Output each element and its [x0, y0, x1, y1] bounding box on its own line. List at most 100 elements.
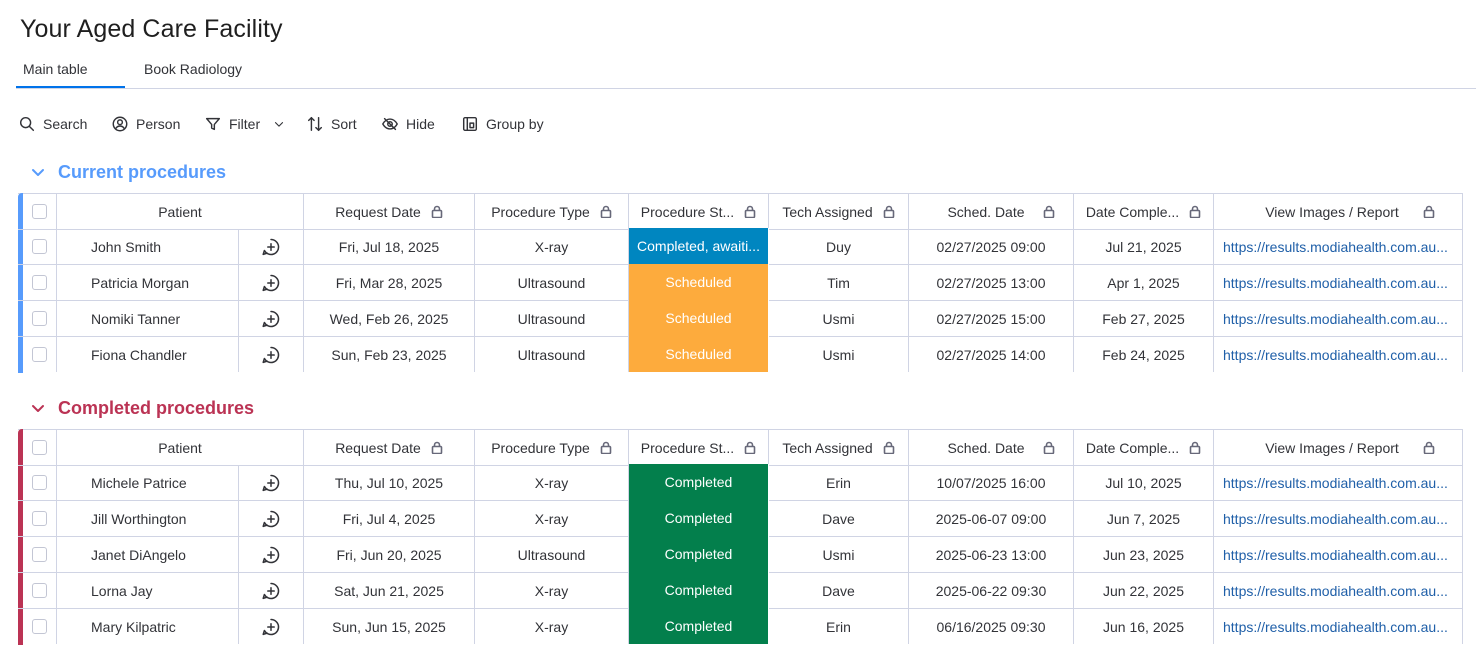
row-checkbox[interactable]: [32, 239, 47, 254]
patient-name[interactable]: Jill Worthington: [57, 501, 239, 536]
search-button[interactable]: Search: [18, 113, 87, 135]
patient-name[interactable]: Nomiki Tanner: [57, 301, 239, 336]
group-by-button[interactable]: Group by: [461, 113, 544, 135]
date-completed[interactable]: Jun 22, 2025: [1074, 573, 1214, 608]
patient-name[interactable]: Patricia Morgan: [57, 265, 239, 300]
report-link[interactable]: https://results.modiahealth.com.au...: [1223, 239, 1453, 255]
sched-date[interactable]: 10/07/2025 16:00: [909, 465, 1074, 500]
report-link[interactable]: https://results.modiahealth.com.au...: [1223, 583, 1453, 599]
table-row[interactable]: Patricia Morgan Fri, Mar 28, 2025 Ultras…: [18, 264, 1463, 301]
group-title[interactable]: Current procedures: [58, 162, 226, 183]
add-update-button[interactable]: [239, 609, 304, 644]
hide-button[interactable]: Hide: [381, 113, 435, 135]
tech-assigned[interactable]: Dave: [769, 501, 909, 536]
request-date[interactable]: Fri, Jul 18, 2025: [304, 229, 475, 264]
row-checkbox[interactable]: [32, 547, 47, 562]
add-update-button[interactable]: [239, 501, 304, 536]
column-header-request-date[interactable]: Request Date: [304, 194, 475, 229]
procedure-status[interactable]: Completed: [629, 464, 769, 500]
procedure-type[interactable]: X-ray: [475, 501, 629, 536]
date-completed[interactable]: Apr 1, 2025: [1074, 265, 1214, 300]
procedure-type[interactable]: Ultrasound: [475, 301, 629, 336]
group-header-completed[interactable]: Completed procedures: [30, 395, 254, 421]
procedure-type[interactable]: X-ray: [475, 229, 629, 264]
procedure-status[interactable]: Scheduled: [629, 300, 769, 336]
procedure-status[interactable]: Completed: [629, 608, 769, 644]
row-checkbox[interactable]: [32, 583, 47, 598]
request-date[interactable]: Thu, Jul 10, 2025: [304, 465, 475, 500]
request-date[interactable]: Wed, Feb 26, 2025: [304, 301, 475, 336]
tab-main-table[interactable]: Main table: [23, 61, 88, 77]
procedure-status[interactable]: Completed: [629, 572, 769, 608]
row-checkbox[interactable]: [32, 275, 47, 290]
column-header-procedure-status[interactable]: Procedure St...: [629, 194, 769, 229]
table-row[interactable]: Michele Patrice Thu, Jul 10, 2025 X-ray …: [18, 464, 1463, 501]
sched-date[interactable]: 02/27/2025 09:00: [909, 229, 1074, 264]
report-link[interactable]: https://results.modiahealth.com.au...: [1223, 475, 1453, 491]
table-row[interactable]: John Smith Fri, Jul 18, 2025 X-ray Compl…: [18, 228, 1463, 265]
report-link[interactable]: https://results.modiahealth.com.au...: [1223, 275, 1453, 291]
table-row[interactable]: Nomiki Tanner Wed, Feb 26, 2025 Ultrasou…: [18, 300, 1463, 337]
add-update-button[interactable]: [239, 465, 304, 500]
add-update-button[interactable]: [239, 337, 304, 372]
chevron-down-icon[interactable]: [30, 164, 46, 180]
request-date[interactable]: Fri, Jul 4, 2025: [304, 501, 475, 536]
date-completed[interactable]: Jul 10, 2025: [1074, 465, 1214, 500]
add-update-button[interactable]: [239, 573, 304, 608]
filter-button[interactable]: Filter: [204, 113, 286, 135]
patient-name[interactable]: Mary Kilpatric: [57, 609, 239, 644]
sched-date[interactable]: 2025-06-22 09:30: [909, 573, 1074, 608]
column-header-procedure-type[interactable]: Procedure Type: [475, 194, 629, 229]
chevron-down-icon[interactable]: [30, 400, 46, 416]
procedure-status[interactable]: Scheduled: [629, 264, 769, 300]
patient-name[interactable]: Lorna Jay: [57, 573, 239, 608]
procedure-type[interactable]: Ultrasound: [475, 265, 629, 300]
sort-button[interactable]: Sort: [306, 113, 357, 135]
request-date[interactable]: Sun, Feb 23, 2025: [304, 337, 475, 372]
sched-date[interactable]: 02/27/2025 15:00: [909, 301, 1074, 336]
column-header-sched-date[interactable]: Sched. Date: [909, 194, 1074, 229]
row-checkbox[interactable]: [32, 511, 47, 526]
report-link[interactable]: https://results.modiahealth.com.au...: [1223, 619, 1453, 635]
column-header-view-images[interactable]: View Images / Report: [1214, 430, 1463, 465]
report-link[interactable]: https://results.modiahealth.com.au...: [1223, 311, 1453, 327]
patient-name[interactable]: John Smith: [57, 229, 239, 264]
column-header-view-images[interactable]: View Images / Report: [1214, 194, 1463, 229]
sched-date[interactable]: 2025-06-23 13:00: [909, 537, 1074, 572]
group-title[interactable]: Completed procedures: [58, 398, 254, 419]
date-completed[interactable]: Jun 16, 2025: [1074, 609, 1214, 644]
tab-book-radiology[interactable]: Book Radiology: [144, 61, 242, 77]
column-header-sched-date[interactable]: Sched. Date: [909, 430, 1074, 465]
tech-assigned[interactable]: Usmi: [769, 337, 909, 372]
date-completed[interactable]: Feb 24, 2025: [1074, 337, 1214, 372]
add-update-button[interactable]: [239, 537, 304, 572]
column-header-request-date[interactable]: Request Date: [304, 430, 475, 465]
group-header-current[interactable]: Current procedures: [30, 159, 226, 185]
procedure-type[interactable]: Ultrasound: [475, 537, 629, 572]
sched-date[interactable]: 02/27/2025 14:00: [909, 337, 1074, 372]
column-header-patient[interactable]: Patient: [57, 430, 304, 465]
procedure-type[interactable]: X-ray: [475, 609, 629, 644]
date-completed[interactable]: Jun 7, 2025: [1074, 501, 1214, 536]
table-row[interactable]: Fiona Chandler Sun, Feb 23, 2025 Ultraso…: [18, 336, 1463, 373]
table-row[interactable]: Jill Worthington Fri, Jul 4, 2025 X-ray …: [18, 500, 1463, 537]
report-link[interactable]: https://results.modiahealth.com.au...: [1223, 511, 1453, 527]
row-checkbox[interactable]: [32, 619, 47, 634]
procedure-status[interactable]: Completed: [629, 500, 769, 536]
add-update-button[interactable]: [239, 265, 304, 300]
table-row[interactable]: Janet DiAngelo Fri, Jun 20, 2025 Ultraso…: [18, 536, 1463, 573]
table-row[interactable]: Lorna Jay Sat, Jun 21, 2025 X-ray Comple…: [18, 572, 1463, 609]
row-checkbox[interactable]: [32, 347, 47, 362]
row-checkbox[interactable]: [32, 475, 47, 490]
table-row[interactable]: Mary Kilpatric Sun, Jun 15, 2025 X-ray C…: [18, 608, 1463, 645]
patient-name[interactable]: Fiona Chandler: [57, 337, 239, 372]
request-date[interactable]: Sun, Jun 15, 2025: [304, 609, 475, 644]
column-header-tech-assigned[interactable]: Tech Assigned: [769, 194, 909, 229]
procedure-status[interactable]: Completed, awaiti...: [629, 228, 769, 264]
tech-assigned[interactable]: Dave: [769, 573, 909, 608]
procedure-status[interactable]: Scheduled: [629, 336, 769, 372]
column-header-procedure-type[interactable]: Procedure Type: [475, 430, 629, 465]
tech-assigned[interactable]: Tim: [769, 265, 909, 300]
person-filter-button[interactable]: Person: [111, 113, 180, 135]
sched-date[interactable]: 06/16/2025 09:30: [909, 609, 1074, 644]
